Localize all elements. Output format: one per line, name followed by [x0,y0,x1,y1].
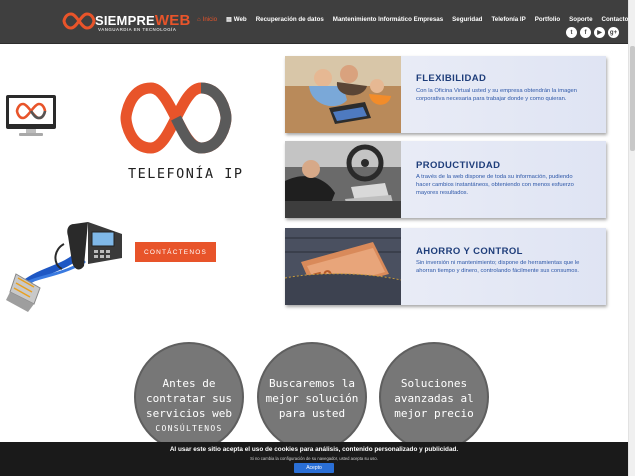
feature-title: FLEXIBILIDAD [416,73,487,84]
circle-solucion[interactable]: Buscaremos la mejor solución para usted [257,342,367,452]
nav-item-contacto[interactable]: Contacto [602,16,629,23]
site-header: SIEMPREWEB VANGUARDIA EN TECNOLOGÍA ⌂ In… [0,0,628,44]
facebook-icon[interactable]: f [580,27,591,38]
cookie-message: Al usar este sitio acepta el uso de cook… [169,446,459,453]
scrollbar-thumb[interactable] [630,46,635,151]
cookie-banner: Al usar este sitio acepta el uso de cook… [0,442,628,476]
feature-title: AHORRO Y CONTROL [416,246,523,257]
nav-item-label: Mantenimiento Informático Empresas [332,16,444,23]
circle-text: Antes de contratar sus servicios web [145,377,233,420]
cookie-accept-button[interactable]: Acepto [294,463,334,473]
monitor-image [6,95,56,137]
youtube-icon[interactable]: ▶ [594,27,605,38]
nav-item-inicio[interactable]: ⌂ Inicio [197,16,217,23]
nav-item-label: Contacto [601,16,629,23]
ip-phone-icon [6,222,122,312]
monitor-base [19,133,43,136]
circle-text: Soluciones avanzadas al mejor precio [394,377,474,420]
feature-card-flexibilidad: FLEXIBILIDAD Con la Oficina Virtual uste… [285,56,606,133]
logo-main-text: SIEMPRE [95,13,155,28]
nav-item-label: Inicio [202,16,218,23]
main-nav: ⌂ Inicio ▤ Web Recuperación de datos Man… [197,16,628,23]
logo-tagline: VANGUARDIA EN TECNOLOGÍA [98,27,177,32]
nav-item-label: Web [233,16,247,23]
twitter-icon[interactable]: t [566,27,577,38]
feature-text: Sin inversión ni mantenimiento; dispone … [416,260,580,274]
nav-item-label: Recuperación de datos [255,16,324,23]
cookie-submessage: Si no cambia la configuración de su nave… [250,456,378,461]
feature-card-ahorro: 50 AHORRO Y CONTROL Sin inversión ni man… [285,228,606,305]
circle-precio[interactable]: Soluciones avanzadas al mejor precio [379,342,489,452]
feature-text: Con la Oficina Virtual usted y su empres… [416,88,578,102]
contact-button[interactable]: CONTÁCTENOS [135,242,216,262]
family-laptop-image [285,56,401,133]
circle-text: Buscaremos la mejor solución para usted [265,377,359,420]
social-links: t f ▶ g+ [566,27,619,38]
nav-item-label: Telefonía IP [491,16,526,23]
page-title: TELEFONÍA IP [128,166,244,182]
car-laptop-image [285,141,401,218]
googleplus-icon[interactable]: g+ [608,27,619,38]
page: SIEMPREWEB VANGUARDIA EN TECNOLOGÍA ⌂ In… [0,0,635,476]
nav-item-mantenimiento[interactable]: Mantenimiento Informático Empresas [333,16,443,23]
feature-card-productividad: PRODUCTIVIDAD A través de la web dispone… [285,141,606,218]
feature-title: PRODUCTIVIDAD [416,160,501,171]
circle-subtitle: CONSÚLTENOS [155,424,223,433]
money-pocket-image: 50 [285,228,401,305]
infinity-logo-icon [62,12,96,30]
nav-item-soporte[interactable]: Soporte [569,16,592,23]
nav-item-recuperacion[interactable]: Recuperación de datos [256,16,324,23]
circle-contratar[interactable]: Antes de contratar sus servicios web CON… [134,342,244,452]
nav-item-telefonia[interactable]: Telefonía IP [491,16,525,23]
nav-item-web[interactable]: ▤ Web [226,16,247,23]
monitor-display [9,98,53,124]
feature-text: A través de la web dispone de toda su in… [416,174,574,196]
page-scrollbar[interactable] [628,0,635,476]
nav-item-portfolio[interactable]: Portfolio [535,16,560,23]
document-icon: ▤ [226,17,232,23]
nav-item-seguridad[interactable]: Seguridad [452,16,482,23]
nav-item-label: Soporte [569,16,593,23]
nav-item-label: Seguridad [452,16,483,23]
site-logo[interactable]: SIEMPREWEB VANGUARDIA EN TECNOLOGÍA [62,9,190,37]
home-icon: ⌂ [197,16,201,23]
infinity-logo-icon [120,82,232,154]
infinity-logo-icon [15,102,47,120]
nav-item-label: Portfolio [534,16,561,23]
